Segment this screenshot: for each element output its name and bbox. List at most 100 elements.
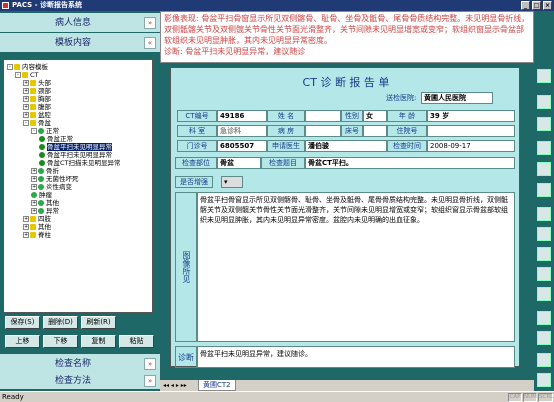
collapse-icon[interactable]: - xyxy=(7,64,13,70)
age-field[interactable]: 39 岁 xyxy=(427,110,515,122)
sex-field[interactable]: 女 xyxy=(363,110,387,122)
image-icon[interactable] xyxy=(537,183,551,197)
expand-icon[interactable]: + xyxy=(31,184,37,190)
exam-item-field[interactable]: 骨盆CT平扫。 xyxy=(305,157,515,169)
skeleton-icon[interactable] xyxy=(537,247,551,261)
tree-item[interactable]: + 无菌性坏死 xyxy=(31,175,79,183)
search-icon[interactable] xyxy=(537,353,551,367)
ct-no-field[interactable]: 49186 xyxy=(217,110,267,122)
close-button[interactable]: × xyxy=(543,1,552,10)
tree-item[interactable]: - CT xyxy=(15,71,39,79)
save-disk-icon[interactable] xyxy=(537,287,551,301)
expand-icon[interactable]: + xyxy=(31,208,37,214)
findings-preview[interactable]: 影像表现: 骨盆平扫骨窗显示所见双侧髂骨、耻骨、坐骨及骶骨、尾骨骨质结构完整。未… xyxy=(160,11,534,63)
expand-icon[interactable]: + xyxy=(23,80,29,86)
exam-method-header[interactable]: 检查方法 » xyxy=(0,371,160,390)
ward-field[interactable] xyxy=(305,125,341,137)
tree-item[interactable]: + 头部 xyxy=(23,79,51,87)
bed-field[interactable] xyxy=(363,125,387,137)
collapse-icon[interactable]: - xyxy=(23,120,29,126)
expand-icon[interactable]: + xyxy=(23,224,29,230)
move-up-button[interactable]: 上移 xyxy=(5,335,40,348)
view-icon[interactable] xyxy=(537,267,551,281)
template-content-header[interactable]: 模板内容 « xyxy=(0,33,160,53)
tree-item[interactable]: + 炎性病变 xyxy=(31,183,72,191)
hospital-field[interactable]: 黄圃人民医院 xyxy=(421,92,493,104)
move-down-button[interactable]: 下移 xyxy=(43,335,78,348)
report-icon[interactable] xyxy=(537,162,551,176)
findings-label: 图像所见 xyxy=(175,192,197,342)
tree-item[interactable]: + 骨折 xyxy=(31,167,59,175)
tree-item-label: 颈部 xyxy=(38,87,51,95)
copy-button[interactable]: 复制 xyxy=(81,335,116,348)
node-icon xyxy=(38,184,44,190)
enhance-select[interactable]: ▾ xyxy=(221,176,243,188)
close-doc-icon[interactable] xyxy=(537,117,551,131)
tree-item[interactable]: + 胸部 xyxy=(23,95,51,103)
expand-icon[interactable]: + xyxy=(23,104,29,110)
expand-icon[interactable]: + xyxy=(31,200,37,206)
dept-label: 科 室 xyxy=(177,125,217,137)
num-indicator: NUM xyxy=(523,393,537,402)
exam-time-field[interactable]: 2008-09-17 xyxy=(427,140,515,152)
hospital-label: 送检医院: xyxy=(386,94,417,102)
folder-icon xyxy=(30,88,36,94)
tree-item[interactable]: + 异常 xyxy=(31,207,59,215)
diagnosis-textarea[interactable]: 骨盆平扫未见明显异常，建议随诊。 xyxy=(197,346,515,368)
report-tab-strip: ◂◂ ◂ ▸ ▸▸ 黄圃CT2 xyxy=(160,380,534,391)
edit-icon[interactable] xyxy=(537,141,551,155)
tree-item[interactable]: 骨盆CT扫描未见明显异常 xyxy=(39,159,121,167)
maximize-button[interactable]: □ xyxy=(532,1,541,10)
open-folder-icon[interactable] xyxy=(537,95,551,109)
tree-item[interactable]: + 四肢 xyxy=(23,215,51,223)
findings-textarea[interactable]: 骨盆平扫骨窗显示所见双侧髂骨、耻骨、坐骨及骶骨、尾骨骨质结构完整。未见明显骨折线… xyxy=(197,192,515,342)
tree-item[interactable]: 骨盆平扫未见明显异常 xyxy=(39,143,112,151)
tree-item[interactable]: 骨盆平扫未见明显异常 xyxy=(39,151,112,159)
expand-icon[interactable]: + xyxy=(23,88,29,94)
dept-field[interactable]: 急诊科 xyxy=(217,125,267,137)
expand-icon[interactable]: + xyxy=(23,96,29,102)
tree-item[interactable]: + 盆腔 xyxy=(23,111,51,119)
tree-item[interactable]: + 其他 xyxy=(23,223,51,231)
template-tree[interactable]: - 内容模板 - CT + 头部 + 颈部 + 胸部 + 腹部 + 盆腔 - 骨盆 - 正常 骨盆正常 骨盆平扫未见明… xyxy=(3,59,153,313)
tree-item[interactable]: 骨盆正常 xyxy=(39,135,73,143)
tree-item[interactable]: 肿瘤 xyxy=(31,191,52,199)
tree-item[interactable]: - 正常 xyxy=(31,127,59,135)
collapse-icon[interactable]: - xyxy=(31,128,37,134)
tree-item[interactable]: + 颈部 xyxy=(23,87,51,95)
paste-button[interactable]: 粘贴 xyxy=(119,335,154,348)
delete-button[interactable]: 删除(D) xyxy=(43,316,78,329)
tab-nav-arrows[interactable]: ◂◂ ◂ ▸ ▸▸ xyxy=(163,381,187,390)
tree-item[interactable]: - 骨盆 xyxy=(23,119,51,127)
exit-icon[interactable] xyxy=(537,373,551,387)
outpatient-field[interactable]: 6805507 xyxy=(217,140,267,152)
tree-item[interactable]: - 内容模板 xyxy=(7,63,48,71)
tree-item[interactable]: + 其他 xyxy=(31,199,59,207)
minimize-button[interactable]: _ xyxy=(521,1,530,10)
name-field[interactable] xyxy=(305,110,341,122)
expand-icon[interactable]: + xyxy=(31,176,37,182)
expand-icon[interactable]: + xyxy=(23,112,29,118)
doctor-field[interactable]: 潘伯骏 xyxy=(305,140,387,152)
print-icon[interactable] xyxy=(537,311,551,325)
folder-icon xyxy=(30,232,36,238)
lungs-icon[interactable] xyxy=(537,207,551,221)
collapse-icon[interactable]: - xyxy=(15,72,21,78)
chevron-double-icon: « xyxy=(144,37,156,49)
exam-part-field[interactable]: 骨盆 xyxy=(217,157,261,169)
expand-icon[interactable]: + xyxy=(23,216,29,222)
diagnosis-preview-label: 诊断: xyxy=(164,47,183,56)
tab-active-report[interactable]: 黄圃CT2 xyxy=(198,380,236,391)
patient-info-header[interactable]: 病人信息 » xyxy=(0,13,160,33)
expand-icon[interactable]: + xyxy=(23,232,29,238)
folder-icon xyxy=(30,216,36,222)
body-icon[interactable] xyxy=(537,227,551,241)
tree-item[interactable]: + 脊柱 xyxy=(23,231,51,239)
inpatient-field[interactable] xyxy=(427,125,515,137)
print-preview-icon[interactable] xyxy=(537,331,551,345)
tree-item[interactable]: + 腹部 xyxy=(23,103,51,111)
new-report-icon[interactable] xyxy=(537,69,551,83)
save-button[interactable]: 保存(S) xyxy=(5,316,40,329)
refresh-button[interactable]: 刷新(R) xyxy=(81,316,116,329)
expand-icon[interactable]: + xyxy=(31,168,37,174)
